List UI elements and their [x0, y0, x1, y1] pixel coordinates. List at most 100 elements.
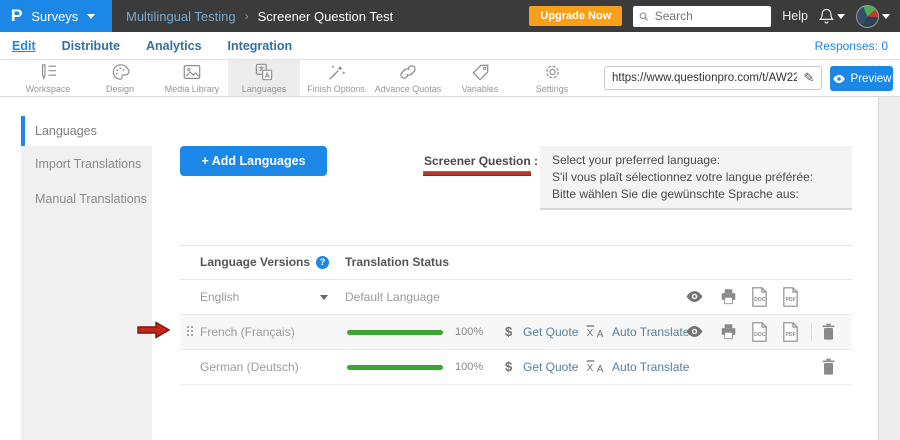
languages-page: Languages Import Translations Manual Tra…	[0, 97, 878, 440]
screener-line-de: Bitte wählen Sie die gewünschte Sprache …	[552, 187, 840, 201]
tab-integration[interactable]: Integration	[228, 39, 293, 53]
screener-question-box: Select your preferred language: S'il vou…	[540, 146, 852, 210]
table-row-english: English Default Language DOC PDF	[180, 280, 852, 315]
page-gutter	[878, 97, 900, 440]
preview-button[interactable]: Preview	[830, 66, 893, 91]
breadcrumb-folder[interactable]: Multilingual Testing	[126, 9, 236, 24]
questionpro-logo: P	[11, 6, 23, 26]
help-question-icon[interactable]: ?	[316, 256, 329, 269]
responses-count[interactable]: Responses: 0	[815, 39, 888, 53]
translate-icon: XA	[585, 324, 607, 344]
view-icon[interactable]	[685, 325, 704, 343]
bell-icon	[819, 8, 834, 24]
table-header: Language Versions ? Translation Status	[180, 245, 852, 280]
translation-progress-value: 100%	[455, 326, 483, 338]
view-icon[interactable]	[685, 290, 704, 308]
workspace-icon	[38, 63, 58, 81]
survey-url-box: ✎	[604, 66, 822, 90]
toolbar-item-workspace[interactable]: Workspace	[12, 60, 84, 96]
print-icon[interactable]	[720, 323, 737, 345]
drag-handle-icon[interactable]	[187, 326, 189, 328]
design-icon	[111, 63, 130, 81]
chevron-down-icon	[87, 14, 95, 19]
table-row-german: German (Deutsch) 100% $ Get Quote XA Aut…	[180, 350, 852, 385]
language-name: French (Français)	[200, 325, 295, 339]
screener-question-label: Screener Question :	[424, 154, 538, 168]
toolbar-item-media-library[interactable]: Media Library	[156, 60, 228, 96]
avatar	[856, 5, 879, 28]
chevron-down-icon	[837, 14, 845, 19]
get-quote-link[interactable]: Get Quote	[523, 325, 578, 339]
survey-url-input[interactable]	[605, 72, 797, 84]
auto-translate-link[interactable]: Auto Translate	[612, 325, 689, 339]
svg-text:DOC: DOC	[754, 332, 766, 338]
variables-icon	[471, 63, 490, 81]
toolbar-item-finish-options[interactable]: Finish Options	[300, 60, 372, 96]
surveys-menu[interactable]: P Surveys	[0, 0, 112, 32]
search-box	[633, 6, 771, 27]
red-underline-annotation	[423, 171, 531, 176]
search-icon	[639, 11, 648, 22]
notifications-menu[interactable]	[819, 8, 845, 24]
tab-distribute[interactable]: Distribute	[62, 39, 120, 53]
settings-icon	[543, 63, 562, 81]
svg-text:X: X	[587, 363, 594, 374]
upgrade-now-button[interactable]: Upgrade Now	[529, 6, 622, 26]
edit-toolbar: Workspace Design Media Library	[0, 60, 900, 97]
export-pdf-icon[interactable]: PDF	[782, 322, 799, 347]
print-icon[interactable]	[720, 288, 737, 310]
svg-text:A: A	[597, 364, 604, 374]
toolbar-item-settings[interactable]: Settings	[516, 60, 588, 96]
dollar-icon: $	[505, 324, 512, 339]
screener-line-fr: S'il vous plaît sélectionnez votre langu…	[552, 170, 840, 184]
auto-translate-link[interactable]: Auto Translate	[612, 360, 689, 374]
svg-text:A: A	[597, 329, 604, 339]
language-name: German (Deutsch)	[200, 360, 299, 374]
media-library-icon	[182, 63, 202, 81]
divider	[811, 323, 812, 341]
delete-icon[interactable]	[821, 358, 836, 381]
translation-progress-bar	[347, 365, 443, 370]
chevron-down-icon	[882, 14, 890, 19]
survey-nav: Edit Distribute Analytics Integration Re…	[0, 32, 900, 60]
finish-options-icon	[327, 63, 346, 81]
toolbar-item-design[interactable]: Design	[84, 60, 156, 96]
export-doc-icon[interactable]: DOC	[751, 287, 768, 312]
top-bar: P Surveys Multilingual Testing › Screene…	[0, 0, 900, 32]
default-language-dropdown-icon[interactable]	[320, 295, 328, 300]
translation-progress-value: 100%	[455, 361, 483, 373]
search-input[interactable]	[653, 8, 766, 24]
red-arrow-annotation	[137, 321, 171, 339]
toolbar-item-variables[interactable]: Variables	[444, 60, 516, 96]
help-link[interactable]: Help	[782, 9, 808, 23]
export-pdf-icon[interactable]: PDF	[782, 287, 799, 312]
tab-edit[interactable]: Edit	[12, 39, 36, 53]
toolbar-item-advance-quotas[interactable]: Advance Quotas	[372, 60, 444, 96]
header-language-versions: Language Versions ?	[200, 255, 329, 269]
breadcrumb-separator-icon: ›	[245, 9, 249, 23]
toolbar-item-languages[interactable]: Languages	[228, 60, 300, 96]
default-language-label: Default Language	[345, 290, 440, 304]
product-label: Surveys	[31, 9, 78, 24]
tab-analytics[interactable]: Analytics	[146, 39, 202, 53]
topbar-actions: Upgrade Now Help	[529, 5, 900, 28]
preview-eye-icon	[832, 74, 846, 84]
sidebar-item-languages[interactable]: Languages	[21, 116, 152, 146]
svg-text:DOC: DOC	[754, 297, 766, 303]
table-row-french: French (Français) 100% $ Get Quote XA Au…	[180, 315, 852, 350]
screener-line-en: Select your preferred language:	[552, 153, 840, 167]
language-name: English	[200, 290, 239, 304]
add-languages-button[interactable]: + Add Languages	[180, 146, 327, 176]
sidebar-item-import-translations[interactable]: Import Translations	[21, 146, 152, 181]
export-doc-icon[interactable]: DOC	[751, 322, 768, 347]
breadcrumb: Multilingual Testing › Screener Question…	[126, 9, 393, 24]
languages-icon	[254, 63, 274, 81]
account-menu[interactable]	[856, 5, 890, 28]
edit-url-pencil-icon[interactable]: ✎	[797, 70, 821, 86]
delete-icon[interactable]	[821, 323, 836, 346]
svg-text:PDF: PDF	[786, 297, 796, 303]
header-translation-status: Translation Status	[345, 255, 449, 269]
sidebar-item-manual-translations[interactable]: Manual Translations	[21, 181, 152, 216]
get-quote-link[interactable]: Get Quote	[523, 360, 578, 374]
language-versions-table: Language Versions ? Translation Status E…	[180, 245, 852, 385]
